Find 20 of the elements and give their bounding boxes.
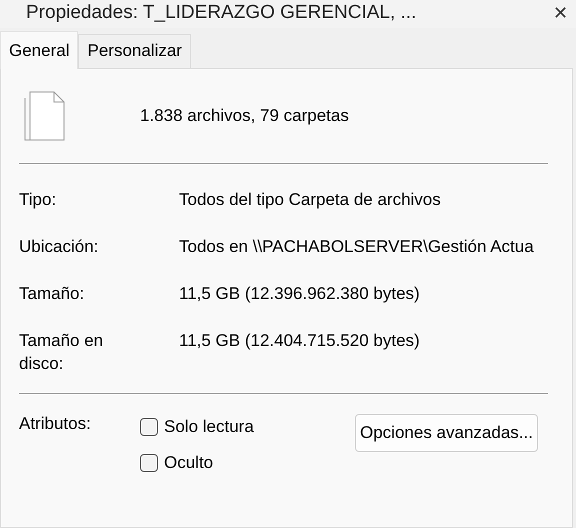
tab[interactable]: General: [0, 31, 78, 69]
checkbox[interactable]: [140, 454, 158, 472]
checkbox[interactable]: [140, 418, 158, 436]
checkbox-label: Solo lectura: [164, 417, 254, 437]
window-title: Propiedades: T_LIDERAZGO GERENCIAL, ...: [26, 2, 416, 24]
property-label: Tamaño en disco:: [19, 330, 104, 375]
property-label: Tamaño:: [19, 283, 86, 305]
property-value: 11,5 GB (12.404.715.520 bytes): [179, 330, 421, 352]
property-value: Todos del tipo Carpeta de archivos: [179, 189, 442, 211]
attributes-label: Atributos:: [19, 414, 92, 434]
property-value: 11,5 GB (12.396.962.380 bytes): [179, 283, 421, 305]
advanced-options-button[interactable]: Opciones avanzadas...: [355, 414, 538, 452]
file-icon: [24, 91, 66, 141]
checkbox-label: Oculto: [164, 453, 214, 473]
tab[interactable]: Personalizar: [78, 34, 191, 68]
close-button[interactable]: ✕: [553, 2, 568, 24]
property-label: Ubicación:: [19, 236, 100, 258]
property-value: Todos en \\PACHABOLSERVER\Gestión Actua: [179, 236, 535, 258]
property-label: Tipo:: [19, 189, 58, 211]
file-count: 1.838 archivos, 79 carpetas: [140, 106, 349, 126]
